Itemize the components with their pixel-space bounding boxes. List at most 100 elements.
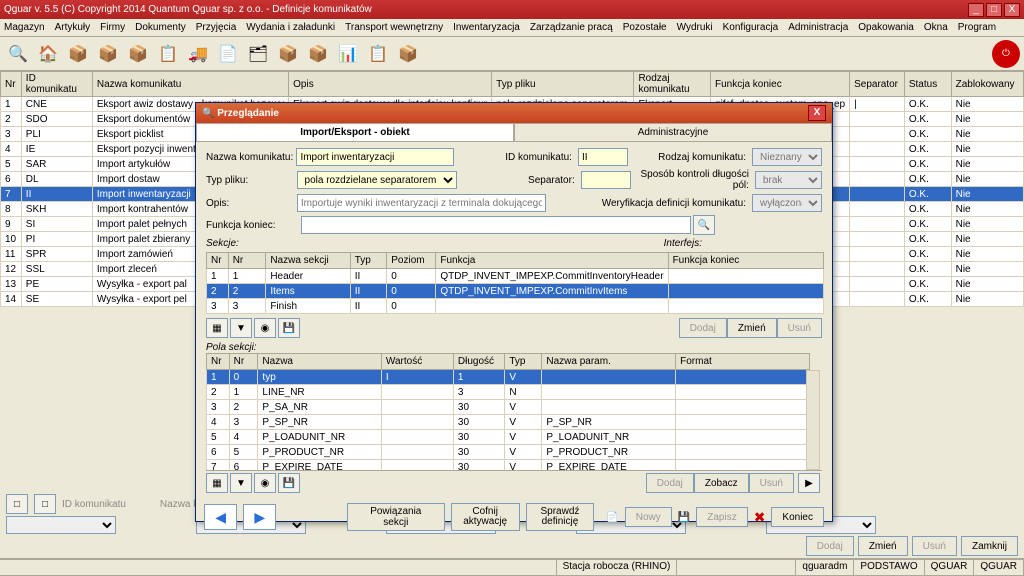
- opis-input[interactable]: [297, 194, 546, 212]
- close-button[interactable]: X: [1004, 3, 1020, 17]
- prev-button[interactable]: ◀: [204, 504, 237, 530]
- lock-tool-icon[interactable]: ◉: [254, 318, 276, 338]
- filter-icon[interactable]: □: [34, 494, 56, 514]
- menu-item[interactable]: Konfiguracja: [723, 22, 779, 33]
- menu-item[interactable]: Administracja: [788, 22, 848, 33]
- column-header[interactable]: ID komunikatu: [21, 72, 92, 97]
- check-def-button[interactable]: Sprawdź definicję: [526, 503, 595, 531]
- table-row[interactable]: 32P_SA_NR30V: [207, 400, 810, 415]
- menu-item[interactable]: Transport wewnętrzny: [345, 22, 443, 33]
- grid-tool-icon[interactable]: ▦: [206, 318, 228, 338]
- table-row[interactable]: 76P_EXPIRE_DATE30VP_EXPIRE_DATE: [207, 460, 810, 472]
- menu-item[interactable]: Okna: [924, 22, 948, 33]
- add-button[interactable]: Dodaj: [646, 473, 694, 493]
- save-tool-icon[interactable]: 💾: [278, 318, 300, 338]
- menu-item[interactable]: Firmy: [100, 22, 125, 33]
- minimize-button[interactable]: _: [968, 3, 984, 17]
- column-header[interactable]: Nazwa komunikatu: [92, 72, 288, 97]
- column-header[interactable]: Zablokowany: [951, 72, 1023, 97]
- delete-button[interactable]: Usuń: [912, 536, 957, 556]
- save-button[interactable]: Zapisz: [696, 507, 747, 527]
- menu-item[interactable]: Wydruki: [677, 22, 713, 33]
- menu-item[interactable]: Program: [958, 22, 996, 33]
- filter-select[interactable]: [6, 516, 116, 534]
- column-header[interactable]: Nr: [207, 253, 229, 269]
- column-header[interactable]: Opis: [289, 72, 492, 97]
- column-header[interactable]: Nr: [228, 253, 266, 269]
- toolbar-icon[interactable]: 📄: [214, 40, 242, 68]
- next-button[interactable]: ▶: [243, 504, 276, 530]
- column-header[interactable]: Typ: [350, 253, 387, 269]
- filter-icon[interactable]: □: [6, 494, 28, 514]
- sposob-select[interactable]: brak: [755, 171, 822, 189]
- table-row[interactable]: 33FinishII0: [207, 299, 824, 314]
- toolbar-icon[interactable]: 🗂: [244, 40, 272, 68]
- column-header[interactable]: Funkcja: [436, 253, 668, 269]
- column-header[interactable]: Nazwa sekcji: [266, 253, 350, 269]
- column-header[interactable]: Typ: [505, 354, 542, 370]
- column-header[interactable]: Format: [676, 354, 810, 370]
- sep-input[interactable]: [581, 171, 631, 189]
- fields-table[interactable]: NrNrNazwaWartośćDługośćTypNazwa param.Fo…: [206, 353, 810, 471]
- idk-input[interactable]: [578, 148, 628, 166]
- menu-item[interactable]: Artykuły: [55, 22, 91, 33]
- tab-admin[interactable]: Administracyjne: [514, 123, 832, 141]
- menu-item[interactable]: Magazyn: [4, 22, 45, 33]
- toolbar-icon[interactable]: 📋: [364, 40, 392, 68]
- menu-item[interactable]: Opakowania: [858, 22, 914, 33]
- menu-item[interactable]: Zarządzanie pracą: [530, 22, 613, 33]
- delete-button[interactable]: Usuń: [749, 473, 794, 493]
- column-header[interactable]: Typ pliku: [492, 72, 634, 97]
- add-button[interactable]: Dodaj: [806, 536, 854, 556]
- toolbar-icon[interactable]: 🏠: [34, 40, 62, 68]
- view-button[interactable]: Zobacz: [694, 473, 749, 493]
- edit-button[interactable]: Zmień: [858, 536, 908, 556]
- toolbar-icon[interactable]: 📋: [154, 40, 182, 68]
- column-header[interactable]: Funkcja koniec: [668, 253, 823, 269]
- filter-tool-icon[interactable]: ▼: [230, 318, 252, 338]
- column-header[interactable]: Wartość: [381, 354, 453, 370]
- table-row[interactable]: 54P_LOADUNIT_NR30VP_LOADUNIT_NR: [207, 430, 810, 445]
- table-row[interactable]: 22ItemsII0QTDP_INVENT_IMPEXP.CommitInvIt…: [207, 284, 824, 299]
- funk-input[interactable]: [301, 216, 691, 234]
- menu-item[interactable]: Dokumenty: [135, 22, 186, 33]
- column-header[interactable]: Separator: [850, 72, 905, 97]
- maximize-button[interactable]: □: [986, 3, 1002, 17]
- toolbar-icon[interactable]: 📊: [334, 40, 362, 68]
- toolbar-icon[interactable]: 📦: [304, 40, 332, 68]
- menu-item[interactable]: Wydania i załadunki: [246, 22, 335, 33]
- lock-tool-icon[interactable]: ◉: [254, 473, 276, 493]
- arrow-right-icon[interactable]: ▶: [798, 473, 820, 493]
- rodzaj-select[interactable]: Nieznany: [752, 148, 822, 166]
- table-row[interactable]: 21LINE_NR3N: [207, 385, 810, 400]
- column-header[interactable]: Rodzaj komunikatu: [634, 72, 711, 97]
- toolbar-icon[interactable]: 📦: [64, 40, 92, 68]
- column-header[interactable]: Długość: [453, 354, 504, 370]
- table-row[interactable]: 11HeaderII0QTDP_INVENT_IMPEXP.CommitInve…: [207, 269, 824, 284]
- new-button[interactable]: Nowy: [625, 507, 672, 527]
- table-row[interactable]: 43P_SP_NR30VP_SP_NR: [207, 415, 810, 430]
- column-header[interactable]: Nazwa: [258, 354, 381, 370]
- grid-tool-icon[interactable]: ▦: [206, 473, 228, 493]
- sections-table[interactable]: NrNrNazwa sekcjiTypPoziomFunkcjaFunkcja …: [206, 252, 824, 314]
- toolbar-icon[interactable]: 📦: [274, 40, 302, 68]
- delete-button[interactable]: Usuń: [777, 318, 822, 338]
- column-header[interactable]: Nr: [229, 354, 258, 370]
- dialog-close-icon[interactable]: X: [808, 105, 826, 121]
- nazwa-input[interactable]: [296, 148, 453, 166]
- scrollbar[interactable]: [806, 370, 820, 470]
- column-header[interactable]: Nr: [207, 354, 230, 370]
- save-tool-icon[interactable]: 💾: [278, 473, 300, 493]
- column-header[interactable]: Status: [904, 72, 951, 97]
- typ-select[interactable]: pola rozdzielane separatorem: [297, 171, 457, 189]
- edit-button[interactable]: Zmień: [727, 318, 777, 338]
- tab-import-export[interactable]: Import/Eksport - obiekt: [196, 123, 514, 141]
- menu-item[interactable]: Pozostałe: [623, 22, 667, 33]
- table-row[interactable]: 10typI1V: [207, 370, 810, 385]
- table-row[interactable]: 65P_PRODUCT_NR30VP_PRODUCT_NR: [207, 445, 810, 460]
- close-button[interactable]: Zamknij: [961, 536, 1018, 556]
- search-icon[interactable]: 🔍: [693, 215, 715, 235]
- toolbar-icon[interactable]: 🔍: [4, 40, 32, 68]
- links-button[interactable]: Powiązania sekcji: [347, 503, 445, 531]
- menu-item[interactable]: Przyjęcia: [196, 22, 237, 33]
